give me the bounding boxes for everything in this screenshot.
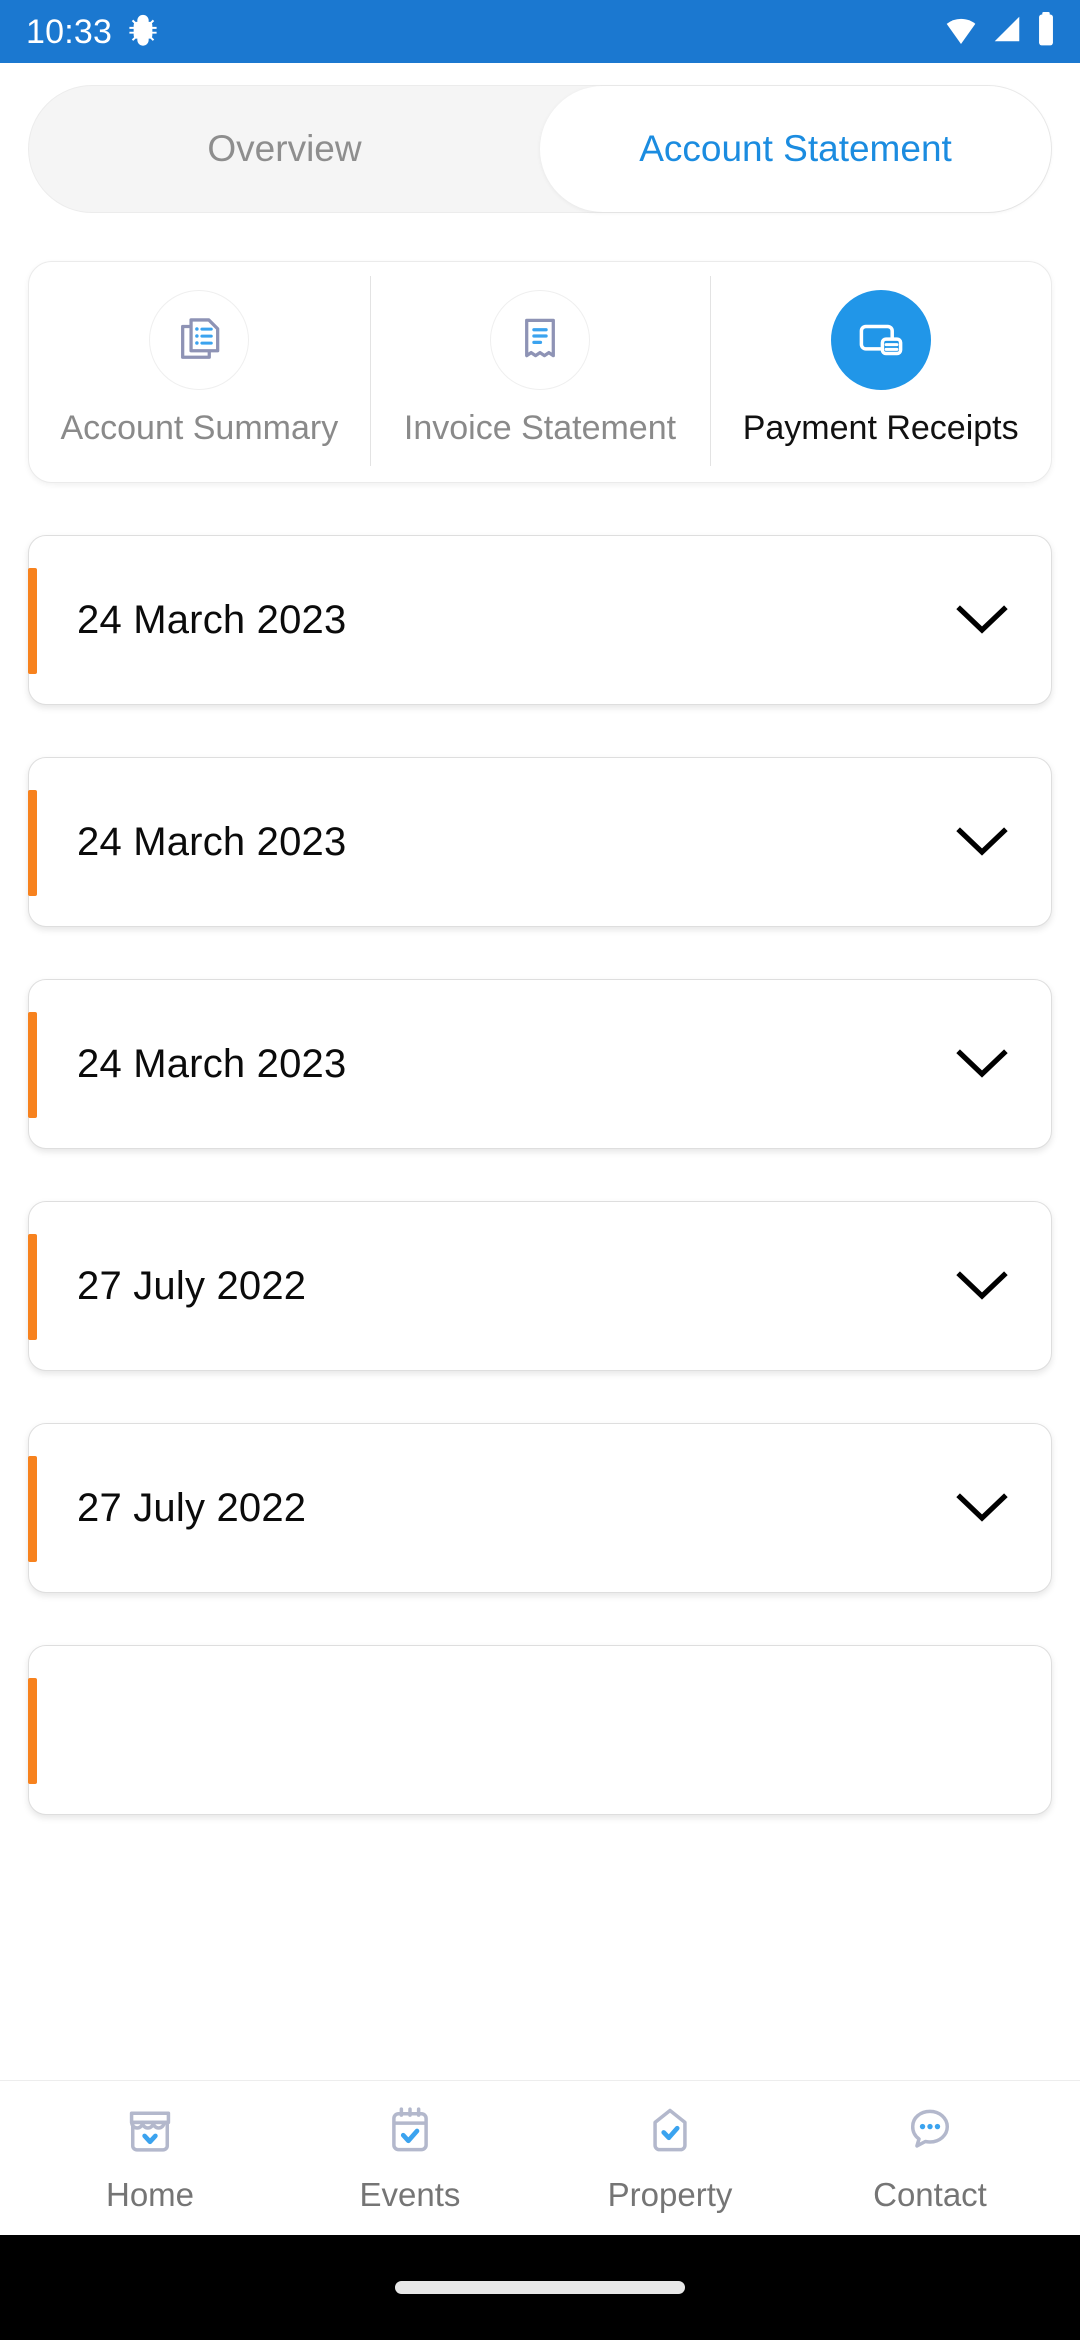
status-bar-right xyxy=(944,12,1056,51)
receipt-row[interactable]: 24 March 2023 xyxy=(28,757,1052,928)
statement-type-account-summary[interactable]: Account Summary xyxy=(29,290,370,448)
nav-label: Property xyxy=(607,2175,733,2213)
chevron-down-icon[interactable] xyxy=(953,1257,1011,1315)
chat-dots-icon xyxy=(902,2103,958,2164)
row-accent-bar xyxy=(28,790,37,897)
shield-check-icon xyxy=(642,2103,698,2164)
receipt-row[interactable]: 27 July 2022 xyxy=(28,1201,1052,1372)
chevron-down-icon[interactable] xyxy=(953,1479,1011,1537)
receipt-date: 24 March 2023 xyxy=(77,597,347,642)
statement-type-card-wrapper: Account Summary Invoice Statement Paymen… xyxy=(0,213,1080,484)
tab-overview[interactable]: Overview xyxy=(29,86,540,212)
row-accent-bar xyxy=(28,568,37,675)
tab-account-statement[interactable]: Account Statement xyxy=(540,86,1051,212)
gesture-handle[interactable] xyxy=(395,2281,685,2294)
statement-type-label: Payment Receipts xyxy=(742,409,1019,447)
storefront-icon xyxy=(122,2103,178,2164)
battery-icon xyxy=(1036,12,1056,51)
row-accent-bar xyxy=(28,1012,37,1119)
statement-type-label: Account Summary xyxy=(60,409,339,447)
bottom-navigation-bar: Home Events Property Contact xyxy=(0,2080,1080,2235)
nav-item-home[interactable]: Home xyxy=(20,2103,280,2214)
stacked-documents-icon xyxy=(149,290,250,390)
status-bar: 10:33 xyxy=(0,0,1080,63)
receipt-date: 27 July 2022 xyxy=(77,1263,307,1308)
payment-card-icon xyxy=(830,290,931,390)
row-accent-bar xyxy=(28,1456,37,1563)
row-accent-bar xyxy=(28,1234,37,1341)
bug-icon xyxy=(126,12,160,51)
statement-type-card: Account Summary Invoice Statement Paymen… xyxy=(28,261,1052,484)
receipt-date: 27 July 2022 xyxy=(77,1485,307,1530)
nav-item-property[interactable]: Property xyxy=(540,2103,800,2214)
system-gesture-bar xyxy=(0,2235,1080,2340)
row-accent-bar xyxy=(28,1678,37,1785)
chevron-down-icon[interactable] xyxy=(953,1035,1011,1093)
page-body: Overview Account Statement Account Summa… xyxy=(0,63,1080,2340)
statement-type-label: Invoice Statement xyxy=(403,409,677,447)
nav-label: Contact xyxy=(873,2175,987,2213)
receipt-row[interactable]: 24 March 2023 xyxy=(28,535,1052,706)
receipt-date: 24 March 2023 xyxy=(77,1041,347,1086)
receipt-date: 24 March 2023 xyxy=(77,819,347,864)
status-bar-clock: 10:33 xyxy=(26,12,113,51)
wifi-icon xyxy=(944,14,978,49)
statement-type-payment-receipts[interactable]: Payment Receipts xyxy=(710,275,1051,467)
status-bar-left: 10:33 xyxy=(26,12,160,51)
receipt-list: 24 March 2023 24 March 2023 24 March 202… xyxy=(0,483,1080,1816)
calendar-check-icon xyxy=(382,2103,438,2164)
receipt-row-partial[interactable] xyxy=(28,1645,1052,1816)
chevron-down-icon[interactable] xyxy=(953,591,1011,649)
statement-type-invoice-statement[interactable]: Invoice Statement xyxy=(369,275,711,467)
nav-item-contact[interactable]: Contact xyxy=(800,2103,1060,2214)
nav-label: Events xyxy=(359,2175,461,2213)
nav-item-events[interactable]: Events xyxy=(280,2103,540,2214)
segmented-tab-control[interactable]: Overview Account Statement xyxy=(28,85,1052,213)
receipt-row[interactable]: 24 March 2023 xyxy=(28,979,1052,1150)
receipt-icon xyxy=(490,290,590,390)
tab-bar-wrapper: Overview Account Statement xyxy=(0,63,1080,213)
chevron-down-icon[interactable] xyxy=(953,813,1011,871)
cellular-signal-icon xyxy=(991,14,1023,49)
receipt-row[interactable]: 27 July 2022 xyxy=(28,1423,1052,1594)
nav-label: Home xyxy=(105,2175,195,2213)
app-root: 10:33 Overview Account Statement Account… xyxy=(0,0,1080,2340)
